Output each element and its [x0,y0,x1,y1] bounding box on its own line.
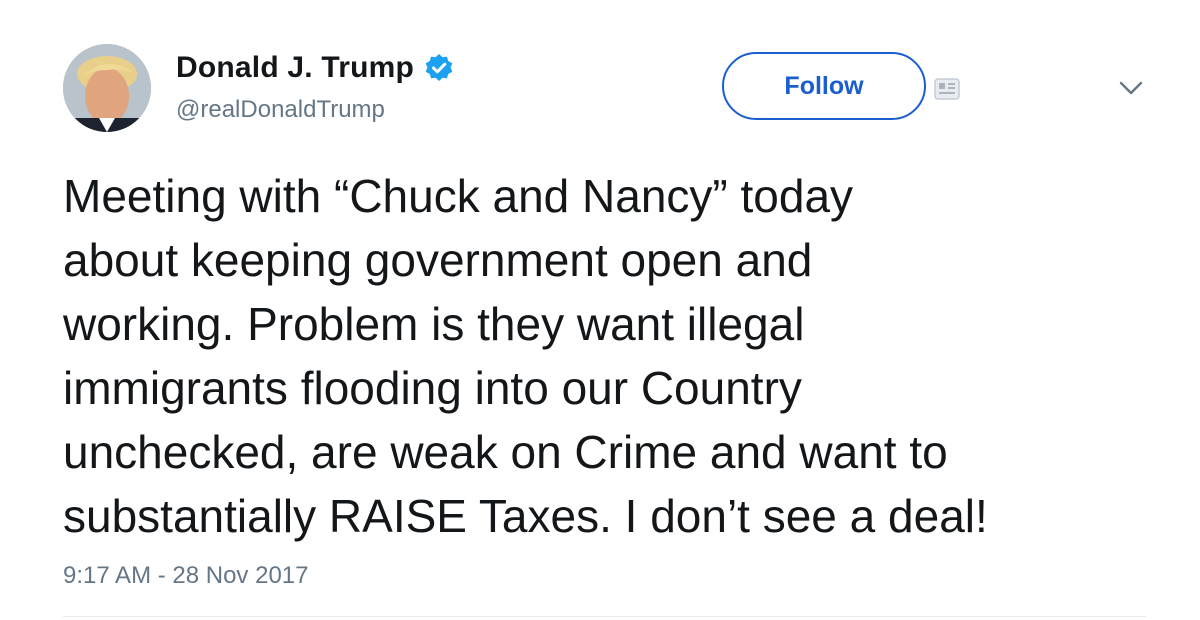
tweet-text-line: unchecked, are weak on Crime and want to [63,426,948,478]
tweet-text-line: working. Problem is they want illegal [63,298,805,350]
tweet-text-line: substantially RAISE Taxes. I don’t see a… [63,490,988,542]
tweet-timestamp[interactable]: 9:17 AM - 28 Nov 2017 [63,562,308,590]
tweet-card: Donald J. Trump @realDonaldTrump Follow … [0,0,1200,620]
follow-button[interactable]: Follow [722,52,926,120]
divider [63,616,1146,617]
avatar-image [63,44,151,132]
name-row: Donald J. Trump [176,48,454,88]
avatar[interactable] [63,44,151,132]
chevron-down-icon[interactable] [1116,76,1146,100]
tweet-text-line: immigrants flooding into our Country [63,362,802,414]
display-name[interactable]: Donald J. Trump [176,51,414,85]
tweet-text-line: about keeping government open and [63,234,813,286]
follow-notification-icon[interactable] [934,78,960,100]
verified-badge-icon [424,53,454,83]
tweet-text-line: Meeting with “Chuck and Nancy” today [63,170,854,222]
user-handle[interactable]: @realDonaldTrump [176,96,385,124]
tweet-text: Meeting with “Chuck and Nancy” today abo… [63,164,1163,548]
